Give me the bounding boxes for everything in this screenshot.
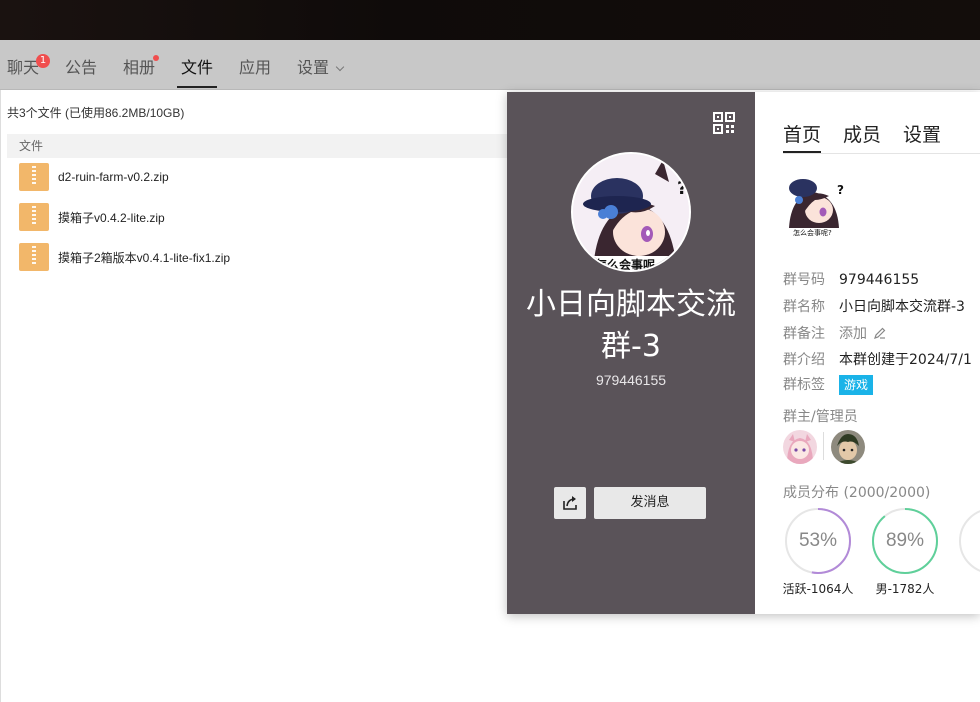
member-distribution-label: 成员分布 [783,485,839,501]
file-column-header[interactable]: 文件 [7,134,507,158]
zip-file-icon [19,163,49,191]
tab-group-settings[interactable]: 设置 [903,120,941,147]
file-name: d2-ruin-farm-v0.2.zip [58,170,169,184]
tab-chat[interactable]: 聊天 1 [7,40,50,90]
group-remark-label: 群备注 [783,326,825,342]
file-name: 摸箱子v0.4.2-lite.zip [58,210,165,225]
tab-announcement-label: 公告 [65,58,98,77]
group-name-label: 群名称 [783,299,825,315]
tab-apps[interactable]: 应用 [239,40,271,90]
group-number-row: 群号码 979446155 [783,269,919,289]
svg-text:?: ? [677,178,687,199]
stat-label: 男-1782人 [875,582,935,596]
member-distribution-count: (2000/2000) [843,485,931,501]
stat-label: 活跃-1064人 [782,582,854,596]
tab-home[interactable]: 首页 [783,120,822,153]
group-tag-row: 群标签 游戏 [783,374,874,395]
group-name-heading: 小日向脚本交流 群-3 [507,284,755,368]
tab-settings-label: 设置 [297,58,330,77]
admins-section-title: 群主/管理员 [783,409,858,425]
file-name: 摸箱子2箱版本v0.4.1-lite-fix1.zip [58,250,231,265]
group-tag-badge[interactable]: 游戏 [839,375,874,395]
group-intro-row: 群介绍 本群创建于2024/7/1 [783,349,972,369]
admin-avatar[interactable] [831,430,865,464]
group-name-row: 群名称 小日向脚本交流群-3 [783,296,965,316]
tab-bar: 聊天 1 公告 相册 文件 应用 设置 [0,40,980,90]
file-row[interactable]: d2-ruin-farm-v0.2.zip [19,162,169,192]
share-button[interactable] [554,487,586,519]
tab-files-label: 文件 [181,58,214,77]
group-tag-label: 群标签 [783,377,825,393]
group-detail-panel: 首页 成员 设置 ? 怎么会事呢? 群号码 979446155 群名称 小日向脚本交… [755,92,980,614]
file-row[interactable]: 摸箱子v0.4.2-lite.zip [19,202,165,232]
tab-settings[interactable]: 设置 [297,40,345,90]
group-profile-summary: ? 怎么会事呢 小日向脚本交流 群-3 979446155 发消息 [507,92,755,614]
group-number-value: 979446155 [839,272,920,288]
group-profile-card: ? 怎么会事呢 小日向脚本交流 群-3 979446155 发消息 首页 成员 … [507,92,980,614]
tab-members[interactable]: 成员 [843,120,881,147]
group-intro-label: 群介绍 [783,352,825,368]
group-number-label: 群号码 [783,272,825,288]
thumb-caption: 怎么会事呢? [793,229,832,237]
avatar-caption: 怎么会事呢 [595,258,656,272]
tab-announcement[interactable]: 公告 [65,40,97,90]
zip-file-icon [19,243,49,271]
unread-badge: 1 [36,54,50,68]
group-avatar-thumbnail[interactable]: ? 怎么会事呢? [783,172,849,238]
stat-percent: 53% [798,530,838,551]
tab-chat-label: 聊天 [7,58,40,77]
chevron-down-icon [335,62,345,72]
stat-label: 成都 [951,580,980,597]
admin-avatar[interactable] [783,430,817,464]
group-name-line2: 群-3 [601,329,661,364]
file-summary: 共3个文件 (已使用86.2MB/10GB) [7,106,185,120]
detail-tabs: 首页 成员 设置 [783,120,980,154]
tab-files[interactable]: 文件 [176,40,218,90]
stat-percent [957,506,980,576]
stat-ring: 89% 男-1782人 [870,506,940,596]
group-intro-value: 本群创建于2024/7/1 [839,352,972,368]
svg-text:?: ? [837,183,844,197]
edit-pencil-icon [874,327,886,339]
send-message-button[interactable]: 发消息 [594,487,706,519]
group-name-value: 小日向脚本交流群-3 [839,299,965,315]
group-remark-row: 群备注 添加 [783,323,887,343]
qr-code-icon[interactable] [713,112,735,134]
new-dot [153,55,159,61]
add-remark-label: 添加 [839,326,867,342]
zip-file-icon [19,203,49,231]
window-titlebar [0,0,980,40]
file-row[interactable]: 摸箱子2箱版本v0.4.1-lite-fix1.zip [19,242,230,272]
add-remark-link[interactable]: 添加 [839,326,887,342]
group-name-line1: 小日向脚本交流 [526,287,736,322]
tab-album-label: 相册 [123,58,156,77]
member-distribution-title: 成员分布 (2000/2000) [783,482,930,502]
stat-ring: 53% 活跃-1064人 [783,506,853,596]
group-avatar[interactable]: ? 怎么会事呢 [571,152,691,272]
share-icon [563,496,577,510]
admin-divider [823,432,824,460]
tab-album[interactable]: 相册 [123,40,159,90]
stat-percent: 89% [885,530,925,551]
stat-ring: 成都 [957,506,980,596]
group-number: 979446155 [595,372,667,388]
tab-apps-label: 应用 [239,58,272,77]
